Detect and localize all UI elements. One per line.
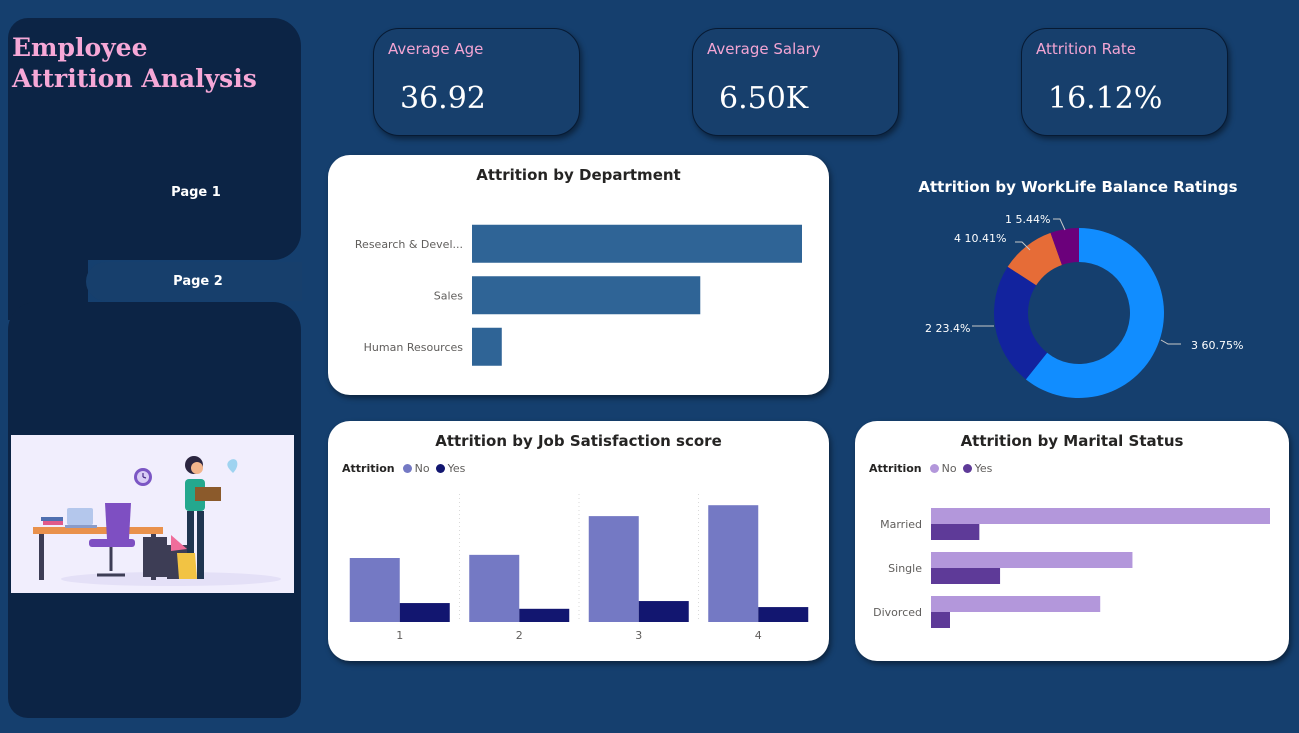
bar-yes-married [931, 524, 980, 540]
slice-label-3: 3 60.75% [1191, 339, 1243, 352]
slice-label-1: 1 5.44% [1005, 213, 1050, 226]
chart-panel-worklife: Attrition by WorkLife Balance Ratings 3 … [858, 168, 1298, 408]
bar-research-devel [472, 224, 802, 263]
slice-2 [994, 266, 1048, 380]
kpi-label: Average Age [388, 40, 484, 58]
bar-no-married [931, 508, 1270, 524]
job-satisfaction-bar-chart: 1 2 3 4 [349, 494, 809, 642]
bar-yes-2 [519, 608, 570, 622]
kpi-card-attrition-rate: Attrition Rate 16.12% [1021, 28, 1228, 136]
slice-label-2: 2 23.4% [925, 322, 970, 335]
chart-card-department: Attrition by Department Research & Devel… [328, 155, 829, 395]
bar-sales [472, 276, 701, 315]
kpi-value: 16.12% [1048, 81, 1163, 116]
person-leaving-desk-illustration [33, 456, 281, 586]
bar-yes-1 [399, 603, 450, 622]
chart-card-job-satisfaction: Attrition by Job Satisfaction score Attr… [328, 421, 829, 661]
kpi-card-average-salary: Average Salary 6.50K [692, 28, 899, 136]
leader-line [1160, 339, 1181, 345]
kpi-label: Average Salary [707, 40, 821, 58]
chart-card-marital-status: Attrition by Marital Status Attrition No Y… [855, 421, 1289, 661]
bar-no-divorced [931, 596, 1101, 612]
app-title: Employee Attrition Analysis [12, 32, 297, 94]
x-tick-label: 3 [635, 629, 642, 642]
bar-no-3 [588, 516, 639, 622]
bar-no-single [931, 552, 1133, 568]
nav-page-1[interactable]: Page 1 [136, 185, 256, 200]
app-title-line2: Attrition Analysis [12, 64, 257, 93]
bar-no-4 [708, 505, 759, 622]
bar-yes-3 [638, 601, 689, 622]
category-label: Divorced [873, 606, 922, 619]
category-label: Married [880, 518, 922, 531]
leader-line [1053, 218, 1066, 231]
kpi-value: 36.92 [400, 81, 486, 116]
bar-yes-divorced [931, 612, 950, 628]
app-title-line1: Employee [12, 33, 148, 62]
worklife-donut-chart: 3 60.75% 2 23.4% 4 10.41% 1 5.44% [925, 213, 1243, 398]
x-tick-label: 1 [396, 629, 403, 642]
kpi-value: 6.50K [719, 81, 809, 116]
category-label: Sales [434, 289, 464, 302]
category-label: Single [888, 562, 922, 575]
slice-label-4: 4 10.41% [954, 232, 1006, 245]
x-tick-label: 2 [516, 629, 523, 642]
bar-yes-single [931, 568, 1001, 584]
marital-status-bar-chart: Married Single Divorced [873, 508, 1270, 628]
department-bar-chart: Research & Devel... Sales Human Resources [355, 224, 802, 366]
bar-no-1 [349, 558, 400, 622]
kpi-card-average-age: Average Age 36.92 [373, 28, 580, 136]
office-illustration [11, 435, 294, 593]
nav-page-2[interactable]: Page 2 [138, 274, 258, 289]
category-label: Human Resources [364, 341, 464, 354]
category-label: Research & Devel... [355, 238, 463, 251]
bar-human-resources [472, 327, 502, 366]
bar-yes-4 [758, 607, 809, 622]
x-tick-label: 4 [755, 629, 762, 642]
bar-no-2 [469, 554, 520, 622]
kpi-label: Attrition Rate [1036, 40, 1136, 58]
